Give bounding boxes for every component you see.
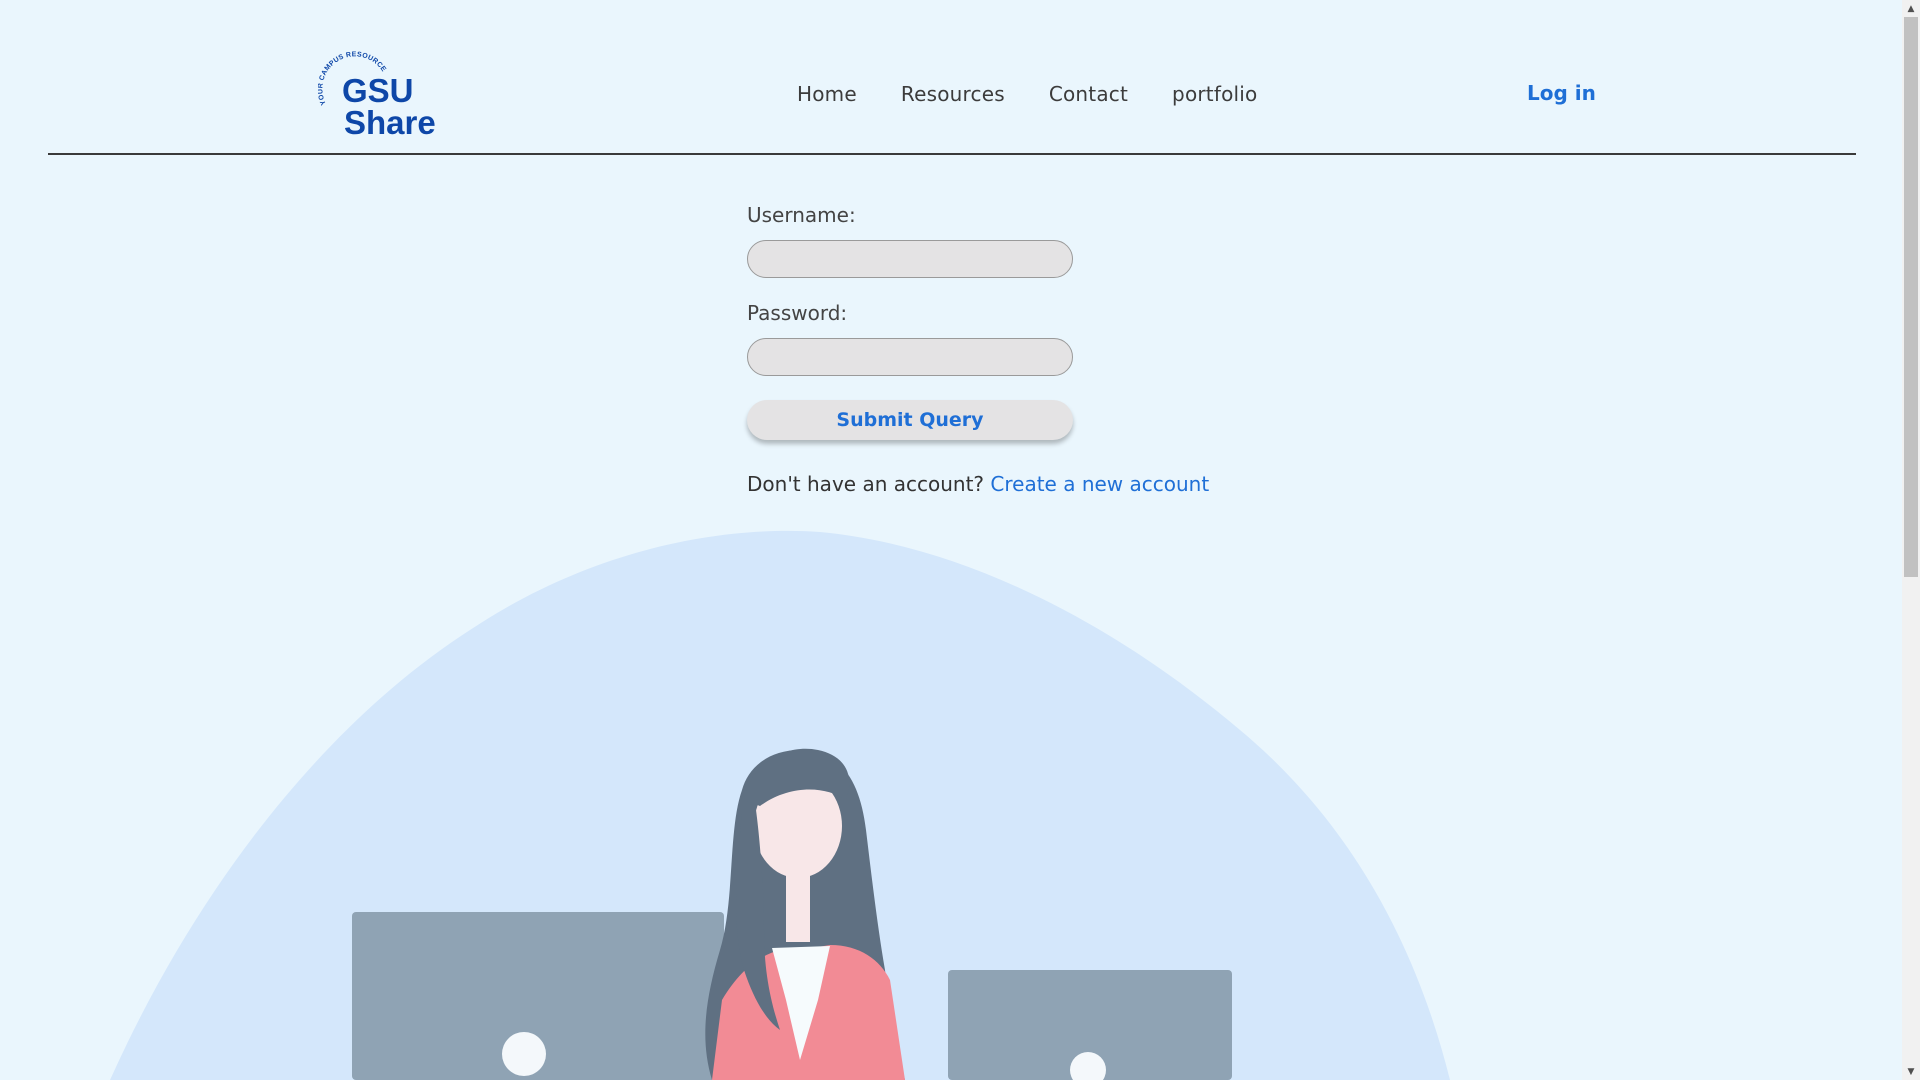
page: YOUR CAMPUS RESOURCE SOLUTION GSU Share … — [0, 0, 1902, 1080]
nav-contact[interactable]: Contact — [1049, 82, 1128, 106]
right-laptop — [948, 970, 1232, 1080]
password-label: Password: — [747, 301, 848, 325]
logo-text-line2: Share — [344, 104, 436, 141]
left-laptop — [352, 912, 724, 1080]
password-input[interactable] — [747, 338, 1073, 376]
nav-portfolio[interactable]: portfolio — [1172, 82, 1257, 106]
signup-prompt: Don't have an account? — [747, 472, 985, 496]
username-input[interactable] — [747, 240, 1073, 278]
main-nav: Home Resources Contact portfolio — [797, 82, 1257, 106]
nav-home[interactable]: Home — [797, 82, 857, 106]
nav-resources[interactable]: Resources — [901, 82, 1005, 106]
scroll-down-icon[interactable]: ▼ — [1902, 1063, 1920, 1080]
header-divider — [48, 153, 1856, 155]
submit-button[interactable]: Submit Query — [747, 400, 1073, 440]
scroll-thumb[interactable] — [1904, 17, 1918, 577]
vertical-scrollbar-track[interactable]: ▲ ▼ — [1902, 0, 1920, 1080]
woman-with-laptops-illustration — [0, 500, 1902, 1080]
signup-row: Don't have an account? Create a new acco… — [747, 472, 1209, 496]
login-link[interactable]: Log in — [1527, 81, 1596, 105]
username-label: Username: — [747, 203, 856, 227]
scroll-up-icon[interactable]: ▲ — [1902, 0, 1920, 17]
gsu-share-logo[interactable]: YOUR CAMPUS RESOURCE SOLUTION GSU Share — [318, 50, 448, 142]
login-form: Username: Password: Submit Query Don't h… — [747, 202, 1209, 496]
create-account-link[interactable]: Create a new account — [990, 472, 1209, 496]
